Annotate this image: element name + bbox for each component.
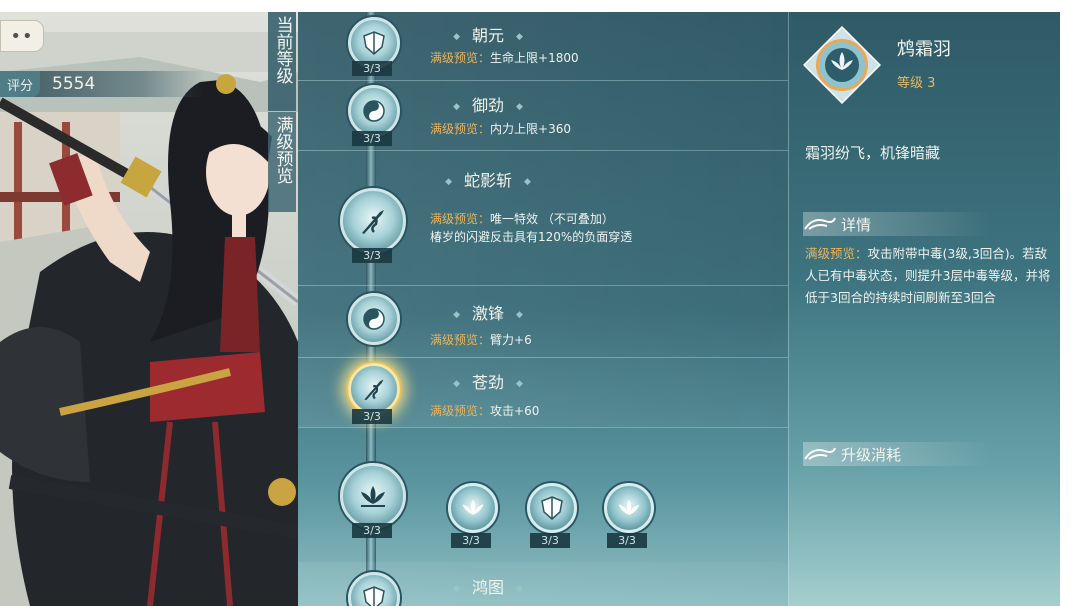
section-cost-header: 升级消耗 [803,442,993,466]
detail-description: 满级预览：攻击附带中毒(3级,3回合)。若敌人已有中毒状态，则提升3层中毒等级，… [805,243,1051,309]
character-portrait: •• 评分 5554 当前等级 满级预览 [0,12,298,606]
talent-row[interactable]: 3/3 朝元 满级预览：生命上限+1800 [298,12,788,81]
shield-icon [541,496,563,520]
talent-node[interactable] [340,463,406,529]
talent-node-selected[interactable] [348,363,400,415]
branch-count: 3/3 [530,533,570,548]
detail-motto: 霜羽纷飞，机锋暗藏 [805,144,941,162]
branch-gem [527,483,577,533]
branch-option[interactable]: 3/3 [523,479,577,548]
detail-preview-label: 满级预览： [805,246,868,261]
talent-preview-label: 满级预览： [430,404,491,418]
talent-preview: 满级预览：唯一特效 （不可叠加） [430,210,614,227]
talent-row[interactable]: 3/3 苍劲 满级预览：攻击+60 [298,357,788,428]
talent-list[interactable]: 3/3 朝元 满级预览：生命上限+1800 3/3 御劲 满级预览：内力上限+3… [298,12,788,606]
talent-effect: 内力上限+360 [490,122,571,136]
tab-current-level[interactable]: 当前等级 [268,12,296,111]
talent-row[interactable]: 激锋 满级预览：臂力+6 [298,285,788,358]
talent-preview-label: 满级预览： [430,122,491,136]
shield-icon [363,31,385,55]
score-label: 评分 [0,71,40,97]
shield-icon [363,586,385,606]
talent-node[interactable] [348,85,400,137]
branch-gem [448,483,498,533]
talent-emblem [803,26,881,104]
talent-preview-label: 满级预览： [430,212,491,226]
character-illustration [0,32,298,606]
detail-name: 鸩霜羽 [897,39,951,60]
detail-level: 等级 3 [897,76,936,91]
talent-count: 3/3 [352,61,392,76]
serpent-blade-icon [364,379,384,401]
talent-row[interactable]: 鸿图 [298,562,788,606]
talent-screen: •• 评分 5554 当前等级 满级预览 3/3 朝元 满级预览：生命上限+18… [0,12,1060,606]
menu-button[interactable]: •• [0,20,44,52]
talent-node[interactable] [348,572,400,606]
yin-yang-icon [363,308,385,330]
talent-count: 3/3 [352,248,392,263]
menu-button-label: •• [10,25,34,47]
cloud-swirl-icon [804,447,836,460]
talent-title: 苍劲 [398,369,578,393]
talent-title: 朝元 [398,22,578,46]
tab-max-level-preview[interactable]: 满级预览 [268,112,296,212]
talent-preview-label: 满级预览： [430,333,491,347]
talent-branch-row: 3/3 3/3 3/3 3/3 [298,427,788,562]
talent-count: 3/3 [352,409,392,424]
yin-yang-icon [363,100,385,122]
branch-count: 3/3 [451,533,491,548]
talent-title: 鸿图 [398,574,578,598]
talent-title: 御劲 [398,92,578,116]
talent-row[interactable]: 3/3 御劲 满级预览：内力上限+360 [298,80,788,151]
talent-preview: 满级预览：臂力+6 [430,331,532,348]
score-value: 5554 [52,74,96,94]
section-cost-label: 升级消耗 [841,445,902,464]
tab-max-level-preview-label: 满级预览 [272,116,293,184]
talent-preview: 满级预览：生命上限+1800 [430,49,579,66]
talent-count: 3/3 [352,131,392,146]
talent-extra: 椿岁的闪避反击具有120%的负面穿透 [430,230,633,244]
talent-preview: 满级预览：内力上限+360 [430,120,571,137]
talent-preview: 满级预览：攻击+60 [430,402,539,419]
talent-row[interactable]: 3/3 蛇影斩 满级预览：唯一特效 （不可叠加） 椿岁的闪避反击具有120%的负… [298,150,788,286]
talent-preview-label: 满级预览： [430,51,491,65]
talent-node[interactable] [340,188,406,254]
score-bar: 评分 5554 [0,71,205,97]
tab-current-level-label: 当前等级 [272,16,293,84]
branch-option[interactable]: 3/3 [444,479,498,548]
section-details-header: 详情 [803,212,993,236]
talent-effect: 生命上限+1800 [490,51,579,65]
serpent-blade-icon [362,210,384,234]
branch-option[interactable]: 3/3 [600,479,654,548]
section-details-label: 详情 [841,215,872,234]
talent-effect: 唯一特效 （不可叠加） [490,212,614,226]
cloud-swirl-icon [804,217,836,230]
lotus-icon [462,499,484,515]
branch-gem [604,483,654,533]
lotus-icon [618,499,640,515]
lotus-icon [361,486,385,507]
talent-title: 蛇影斩 [398,167,578,191]
talent-count: 3/3 [352,523,392,538]
detail-panel: 鸩霜羽 等级 3 霜羽纷飞，机锋暗藏 详情 满级预览：攻击附带中毒(3级,3回合… [788,12,1060,606]
talent-title: 激锋 [398,300,578,324]
talent-effect: 攻击+60 [490,404,540,418]
branch-count: 3/3 [607,533,647,548]
talent-effect: 臂力+6 [490,333,532,347]
talent-node[interactable] [348,293,400,345]
